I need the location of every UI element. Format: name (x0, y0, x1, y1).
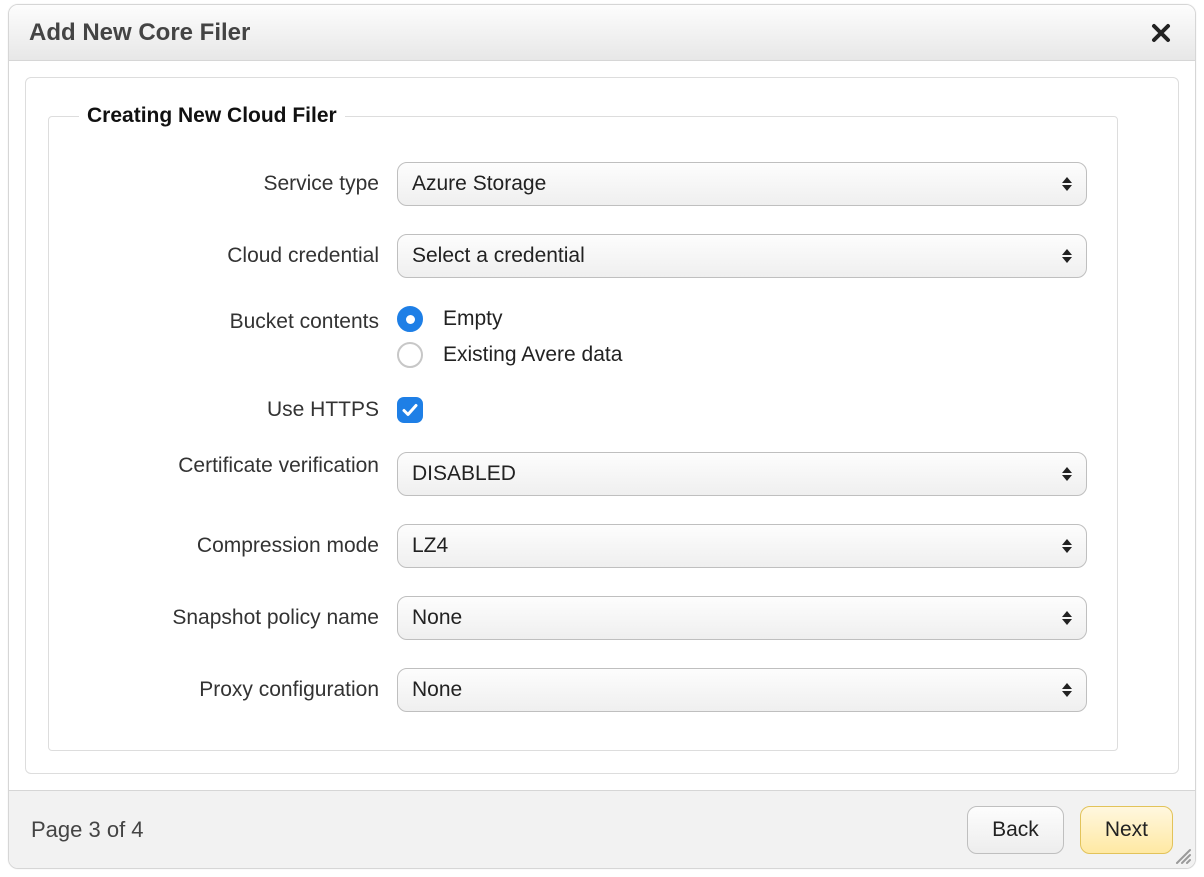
bucket-empty-radio[interactable] (397, 306, 423, 332)
dialog-footer: Page 3 of 4 Back Next (9, 790, 1195, 868)
snapshot-policy-value: None (412, 606, 462, 630)
label-bucket-contents: Bucket contents (79, 306, 379, 336)
label-cert-verification: Certificate verification (79, 452, 379, 480)
bucket-empty-label: Empty (443, 307, 503, 331)
proxy-config-value: None (412, 678, 462, 702)
cloud-filer-fieldset: Creating New Cloud Filer Service type Az… (48, 104, 1118, 751)
label-snapshot-policy: Snapshot policy name (79, 604, 379, 632)
proxy-config-select[interactable]: None (397, 668, 1087, 712)
cert-verification-select[interactable]: DISABLED (397, 452, 1087, 496)
back-button[interactable]: Back (967, 806, 1064, 854)
select-stepper-icon (1058, 525, 1076, 567)
dialog-titlebar: Add New Core Filer (9, 5, 1195, 61)
label-proxy-config: Proxy configuration (79, 676, 379, 704)
label-service-type: Service type (79, 170, 379, 198)
cert-verification-value: DISABLED (412, 462, 516, 486)
select-stepper-icon (1058, 235, 1076, 277)
select-stepper-icon (1058, 597, 1076, 639)
label-use-https: Use HTTPS (79, 396, 379, 424)
page-indicator: Page 3 of 4 (31, 817, 144, 843)
resize-grip-icon[interactable] (1173, 846, 1191, 864)
label-cloud-credential: Cloud credential (79, 242, 379, 270)
use-https-checkbox[interactable] (397, 397, 423, 423)
add-core-filer-dialog: Add New Core Filer Creating New Cloud Fi… (8, 4, 1196, 869)
bucket-existing-radio[interactable] (397, 342, 423, 368)
cloud-credential-value: Select a credential (412, 244, 585, 268)
select-stepper-icon (1058, 453, 1076, 495)
compression-mode-value: LZ4 (412, 534, 448, 558)
snapshot-policy-select[interactable]: None (397, 596, 1087, 640)
dialog-title: Add New Core Filer (29, 19, 250, 47)
service-type-select[interactable]: Azure Storage (397, 162, 1087, 206)
compression-mode-select[interactable]: LZ4 (397, 524, 1087, 568)
select-stepper-icon (1058, 163, 1076, 205)
next-button[interactable]: Next (1080, 806, 1173, 854)
label-compression-mode: Compression mode (79, 532, 379, 560)
fieldset-legend: Creating New Cloud Filer (79, 104, 345, 128)
bucket-existing-label: Existing Avere data (443, 343, 622, 367)
cloud-credential-select[interactable]: Select a credential (397, 234, 1087, 278)
select-stepper-icon (1058, 669, 1076, 711)
service-type-value: Azure Storage (412, 172, 546, 196)
close-icon[interactable] (1147, 19, 1175, 47)
